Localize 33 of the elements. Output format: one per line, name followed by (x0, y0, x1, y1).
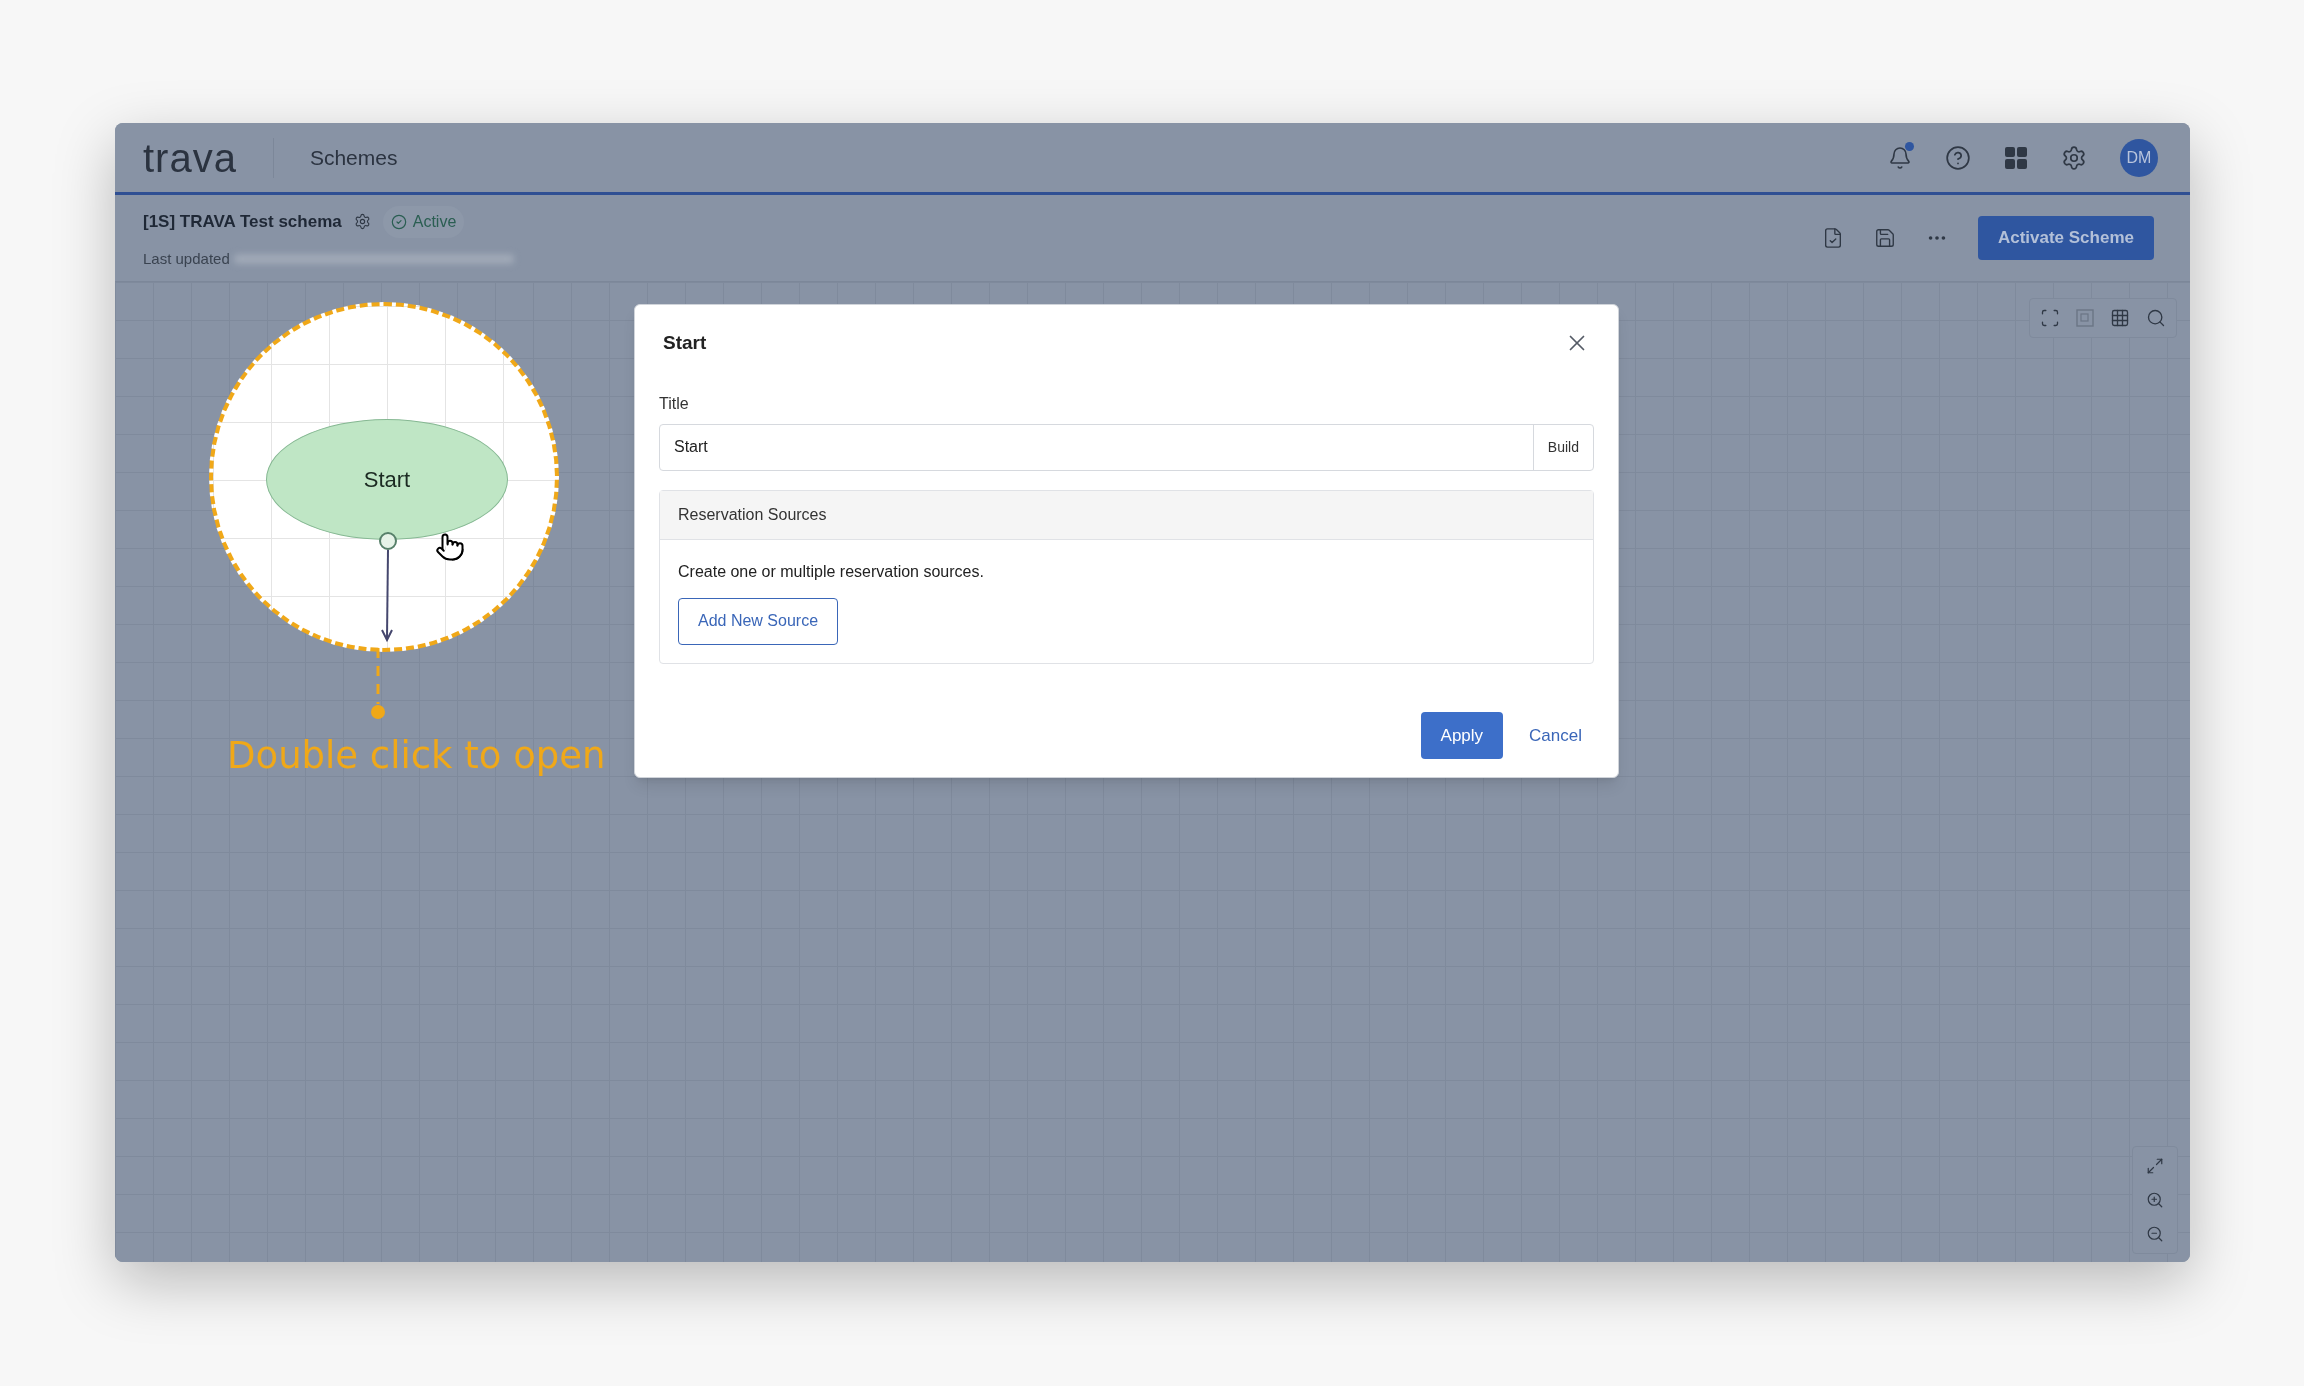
field-label: Title (659, 393, 690, 414)
fit-view-icon[interactable] (2040, 308, 2060, 328)
panel-title: Reservation Sources (678, 504, 827, 525)
scheme-title: [1S] TRAVA Test schema (143, 211, 342, 233)
title-field[interactable]: Start Build (659, 423, 1594, 471)
start-node[interactable]: Start (266, 419, 508, 540)
check-icon (390, 213, 407, 230)
status-badge: Active (382, 205, 465, 238)
expand-icon[interactable] (2146, 1157, 2164, 1175)
section-title: Schemes (309, 144, 398, 171)
save-icon[interactable] (1873, 227, 1896, 249)
activate-scheme-button[interactable]: Activate Scheme (1977, 216, 2154, 260)
panel-text: Create one or multiple reservation sources. (678, 561, 984, 582)
title-input[interactable]: Start (660, 424, 1533, 470)
pointer-cursor-icon (435, 532, 465, 562)
dialog-title: Start (663, 331, 707, 355)
cancel-button[interactable]: Cancel (1525, 712, 1586, 759)
apps-grid-icon[interactable] (2004, 145, 2028, 170)
last-updated-label: Last updated (143, 248, 230, 269)
zoom-in-icon[interactable] (2146, 1191, 2164, 1209)
notification-bell-icon[interactable] (1888, 145, 1912, 170)
help-icon[interactable] (1945, 144, 1971, 171)
scheme-settings-icon[interactable] (353, 213, 371, 231)
user-avatar[interactable]: DM (2120, 138, 2158, 177)
grid-icon[interactable] (2110, 308, 2130, 328)
search-icon[interactable] (2146, 308, 2166, 328)
logo[interactable]: trava (143, 137, 237, 178)
hint-text: Double click to open (227, 733, 606, 779)
apply-button[interactable]: Apply (1420, 712, 1504, 759)
zoom-out-icon[interactable] (2146, 1225, 2164, 1243)
settings-icon[interactable] (2061, 144, 2087, 171)
add-source-button[interactable]: Add New Source (678, 597, 839, 645)
build-button[interactable]: Build (1532, 424, 1593, 470)
